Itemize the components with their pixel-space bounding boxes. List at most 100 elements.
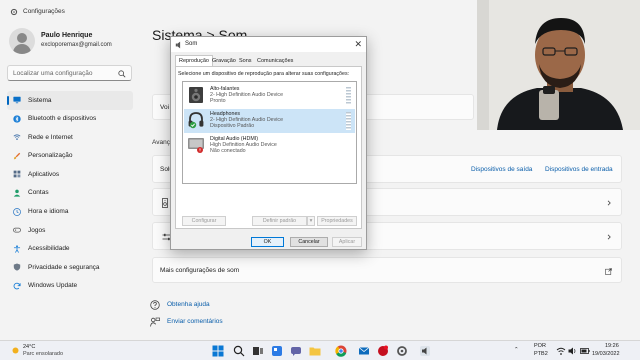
configure-button[interactable]: Configurar: [182, 216, 226, 226]
chevron-right-icon: [607, 234, 611, 240]
clock-time[interactable]: 19:26: [605, 343, 619, 349]
language-indicator[interactable]: POR: [534, 343, 546, 349]
send-feedback-label: Enviar comentários: [167, 318, 223, 325]
sidebar-item-bluetooth[interactable]: Bluetooth e dispositivos: [7, 110, 133, 129]
sidebar-item-hora-idioma[interactable]: Hora e idioma: [7, 203, 133, 222]
sound-dialog: Som ✕ Reprodução Gravação Sons Comunicaç…: [170, 36, 367, 250]
sidebar-item-rede[interactable]: Rede e Internet: [7, 128, 133, 147]
sidebar-item-label: Hora e idioma: [28, 208, 69, 216]
widgets-icon[interactable]: [271, 345, 283, 357]
avatar: [9, 28, 35, 54]
shield-icon: [13, 263, 21, 272]
settings-taskbar-icon[interactable]: [396, 345, 408, 357]
help-icon: [150, 300, 160, 310]
output-devices-link[interactable]: Dispositivos de saída: [471, 166, 532, 173]
panel-instruction: Selecione um dispositivo de reprodução p…: [178, 71, 350, 77]
chevron-up-icon[interactable]: ⌃: [514, 347, 519, 353]
properties-button[interactable]: Propriedades: [317, 216, 357, 226]
hdmi-device-icon: [188, 138, 204, 153]
open-external-icon: [605, 268, 612, 275]
sidebar-item-label: Sistema: [28, 96, 52, 104]
device-status: Dispositivo Padrão: [210, 123, 255, 129]
set-default-button[interactable]: Definir padrão: [252, 216, 307, 226]
close-icon[interactable]: ✕: [354, 39, 362, 50]
dialog-title: Som: [185, 41, 198, 47]
bluetooth-icon: [13, 114, 21, 123]
sidebar-item-label: Rede e Internet: [28, 133, 73, 141]
person-icon: [13, 189, 21, 197]
window-title: Configurações: [23, 8, 65, 15]
user-email: excloporemax@gmail.com: [41, 42, 112, 48]
search-placeholder: Localizar uma configuração: [13, 70, 93, 77]
device-item-hdmi[interactable]: Digital Audio (HDMI) High Definition Aud…: [184, 134, 355, 158]
user-profile[interactable]: Paulo Henrique excloporemax@gmail.com: [9, 28, 149, 58]
task-view-icon[interactable]: [252, 345, 264, 357]
sidebar-item-label: Windows Update: [28, 282, 78, 290]
playback-panel: Selecione um dispositivo de reprodução p…: [175, 66, 362, 229]
device-item-headphones[interactable]: Headphones 2- High Definition Audio Devi…: [184, 109, 355, 133]
sidebar-item-label: Acessibilidade: [28, 245, 70, 253]
device-item-speakers[interactable]: Alto-falantes 2- High Definition Audio D…: [184, 84, 355, 108]
chrome-icon[interactable]: [335, 345, 347, 357]
device-status: Não conectado: [210, 148, 246, 154]
apply-button[interactable]: Aplicar: [332, 237, 362, 247]
headphones-icon: [188, 112, 204, 129]
settings-app-icon: [10, 8, 18, 16]
wifi-icon: [13, 134, 21, 141]
search-icon[interactable]: [233, 345, 245, 357]
set-default-dropdown[interactable]: ▾: [307, 216, 315, 226]
sidebar-item-label: Contas: [28, 189, 49, 197]
wifi-icon[interactable]: [556, 346, 566, 356]
input-devices-link[interactable]: Dispositivos de entrada: [545, 166, 613, 173]
gamepad-icon: [13, 227, 21, 233]
sidebar-nav: Sistema Bluetooth e dispositivos Rede e …: [7, 91, 133, 296]
app-icon[interactable]: [377, 345, 389, 357]
battery-icon[interactable]: [580, 346, 590, 356]
user-name: Paulo Henrique: [41, 32, 93, 39]
volume-meter: [346, 112, 351, 130]
more-sound-settings-label: Mais configurações de som: [160, 267, 240, 274]
feedback-icon: [150, 317, 160, 327]
sidebar-item-acessibilidade[interactable]: Acessibilidade: [7, 240, 133, 259]
search-icon: [118, 70, 126, 78]
cancel-button[interactable]: Cancelar: [290, 237, 328, 247]
keyboard-indicator[interactable]: PTB2: [534, 351, 548, 357]
weather-description: Parc ensolarado: [23, 351, 64, 357]
sidebar-item-personalizacao[interactable]: Personalização: [7, 147, 133, 166]
tab-comunicacoes[interactable]: Comunicações: [254, 56, 296, 66]
volume-label-partial: Voi: [160, 104, 170, 111]
sidebar-item-aplicativos[interactable]: Aplicativos: [7, 165, 133, 184]
tab-reproducao[interactable]: Reprodução: [175, 55, 213, 66]
monitor-icon: [13, 96, 21, 104]
file-explorer-icon[interactable]: [309, 345, 321, 357]
sidebar-item-privacidade[interactable]: Privacidade e segurança: [7, 258, 133, 277]
ok-button[interactable]: OK: [251, 237, 284, 247]
clock-date[interactable]: 19/03/2022: [592, 351, 620, 357]
advanced-section-label: Avanç: [152, 139, 170, 146]
sidebar-item-jogos[interactable]: Jogos: [7, 221, 133, 240]
weather-sun-icon: [12, 347, 19, 354]
globe-clock-icon: [13, 207, 21, 216]
sidebar-item-sistema[interactable]: Sistema: [7, 91, 133, 110]
weather-temperature: 24°C: [23, 344, 36, 350]
sidebar-item-label: Privacidade e segurança: [28, 263, 100, 271]
taskbar: 24°C Parc ensolarado ⌃ POR PTB2 19:26 19…: [0, 340, 640, 360]
sidebar-item-label: Personalização: [28, 152, 73, 160]
more-sound-settings-card[interactable]: Mais configurações de som: [152, 257, 622, 283]
volume-icon[interactable]: [568, 346, 578, 356]
chat-icon[interactable]: [290, 345, 302, 357]
mail-icon[interactable]: [358, 345, 370, 357]
volume-meter: [346, 87, 351, 105]
webcam-overlay: [477, 0, 640, 130]
sidebar-item-windows-update[interactable]: Windows Update: [7, 277, 133, 296]
get-help-label: Obtenha ajuda: [167, 301, 210, 308]
tab-sons[interactable]: Sons: [236, 56, 255, 66]
start-icon[interactable]: [212, 345, 224, 357]
sidebar-item-label: Jogos: [28, 226, 46, 234]
dialog-title-bar: Som ✕: [171, 37, 366, 52]
sidebar-item-contas[interactable]: Contas: [7, 184, 133, 203]
search-input[interactable]: Localizar uma configuração: [7, 65, 132, 81]
sidebar-item-label: Aplicativos: [28, 170, 60, 178]
tab-gravacao[interactable]: Gravação: [209, 56, 239, 66]
sound-app-icon[interactable]: [419, 345, 431, 357]
